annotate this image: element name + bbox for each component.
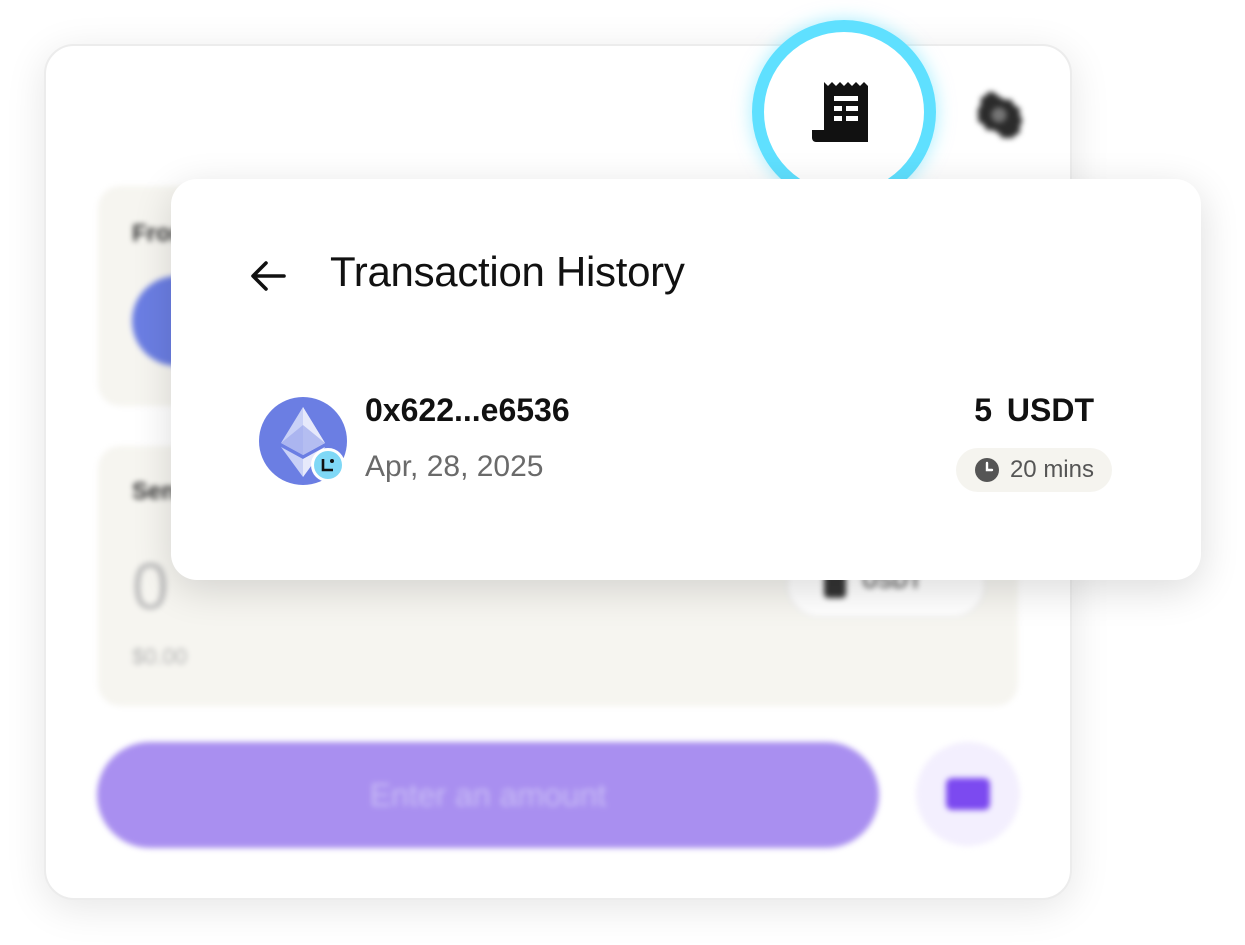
stage: From Send 0 $0.00 USDT Enter an amount T… [0, 0, 1245, 945]
transaction-amount: 5 USDT [974, 392, 1094, 428]
transaction-date: Apr, 28, 2025 [365, 450, 544, 483]
enter-amount-button[interactable]: Enter an amount [97, 742, 879, 848]
wallet-icon [946, 778, 990, 810]
chain-badge-icon [311, 448, 345, 482]
wallet-button[interactable] [916, 742, 1020, 846]
receipt-icon [812, 82, 868, 142]
transaction-history-panel [171, 179, 1201, 580]
transaction-time: 20 mins [1009, 456, 1094, 483]
arrow-left-icon[interactable] [248, 256, 288, 296]
transaction-row[interactable]: 0x622...e6536 Apr, 28, 2025 5 USDT 20 mi… [258, 392, 1114, 492]
page-title: Transaction History [330, 248, 685, 295]
gear-icon[interactable] [976, 92, 1022, 138]
usd-value: $0.00 [132, 644, 188, 669]
status-badge: 20 mins [955, 448, 1112, 492]
amount-input[interactable]: 0 [132, 548, 169, 624]
transaction-address: 0x622...e6536 [365, 392, 570, 428]
clock-icon [974, 458, 999, 482]
